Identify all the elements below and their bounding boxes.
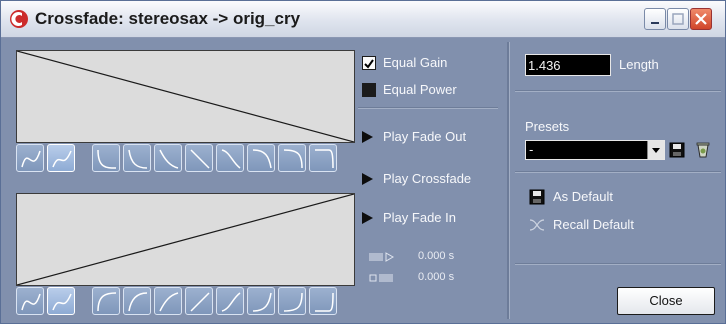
window-title: Crossfade: stereosax -> orig_cry: [35, 9, 301, 28]
fade-in-curve-display[interactable]: [16, 193, 355, 286]
recall-default-icon[interactable]: [529, 219, 545, 231]
fade-out-curve4-button[interactable]: [216, 144, 244, 172]
fade-in-damped-spline-button[interactable]: [47, 287, 75, 315]
as-default-icon[interactable]: [529, 189, 545, 205]
play-fade-out-button[interactable]: Play Fade Out: [383, 129, 466, 144]
dialog-body: Equal Gain Equal Power Play Fade Out Pla…: [6, 42, 721, 319]
curve2-icon: [128, 149, 148, 169]
play-fade-in-button[interactable]: Play Fade In: [383, 210, 456, 225]
save-preset-icon[interactable]: [669, 142, 685, 158]
equal-gain-checkbox[interactable]: [362, 56, 376, 70]
linear-curve-icon: [190, 292, 210, 312]
fade-in-curve3-button[interactable]: [154, 287, 182, 315]
separator: [515, 90, 721, 92]
length-label: Length: [619, 57, 659, 72]
presets-selected-value: -: [529, 142, 534, 157]
fade-in-curve1-button[interactable]: [92, 287, 120, 315]
close-window-button[interactable]: [690, 8, 712, 30]
linear-curve-icon: [190, 149, 210, 169]
fade-in-curve4-button[interactable]: [216, 287, 244, 315]
spline-curve-icon: [21, 293, 41, 311]
cubase-app-icon: [10, 10, 28, 28]
title-bar: Crossfade: stereosax -> orig_cry: [1, 1, 725, 38]
fade-out-curve6-button[interactable]: [278, 144, 306, 172]
curve4-icon: [221, 292, 241, 312]
post-roll-icon: [369, 274, 393, 282]
fade-in-curve5-button[interactable]: [247, 287, 275, 315]
presets-dropdown[interactable]: -: [525, 140, 665, 160]
fade-out-curve2-button[interactable]: [123, 144, 151, 172]
maximize-button[interactable]: [667, 8, 689, 30]
maximize-icon: [672, 13, 684, 25]
close-button[interactable]: Close: [617, 287, 715, 315]
play-fade-in-icon[interactable]: [362, 212, 373, 224]
length-field[interactable]: 1.436: [525, 54, 611, 76]
separator: [515, 263, 721, 265]
separator: [358, 107, 498, 109]
close-icon: [695, 13, 707, 25]
fade-out-curve7-button[interactable]: [309, 144, 337, 172]
fade-out-curve5-button[interactable]: [247, 144, 275, 172]
curve3-icon: [159, 292, 179, 312]
minimize-button[interactable]: [644, 8, 666, 30]
curve5-icon: [252, 292, 272, 312]
curve1-icon: [97, 149, 117, 169]
damped-spline-curve-icon: [52, 150, 72, 168]
spline-curve-icon: [21, 150, 41, 168]
fade-in-curve6-button[interactable]: [278, 287, 306, 315]
curve1-icon: [97, 292, 117, 312]
options-column: Equal Gain Equal Power Play Fade Out Pla…: [358, 42, 506, 319]
as-default-button[interactable]: As Default: [553, 189, 613, 204]
equal-gain-label: Equal Gain: [383, 55, 448, 70]
damped-spline-curve-icon: [52, 293, 72, 311]
curve6-icon: [283, 149, 303, 169]
curve6-icon: [283, 292, 303, 312]
presets-label: Presets: [525, 119, 570, 134]
curve7-icon: [315, 149, 334, 169]
play-crossfade-icon[interactable]: [362, 173, 373, 185]
fade-out-curve: [17, 51, 354, 142]
equal-power-label: Equal Power: [383, 82, 457, 97]
remove-preset-icon[interactable]: [695, 141, 711, 159]
minimize-icon: [651, 22, 659, 24]
vertical-divider: [507, 42, 510, 319]
dropdown-arrow-icon[interactable]: [647, 141, 664, 159]
crossfade-window: Crossfade: stereosax -> orig_cry Equal G…: [0, 0, 726, 324]
curve3-icon: [159, 149, 179, 169]
curve2-icon: [128, 292, 148, 312]
post-roll-time[interactable]: 0.000 s: [418, 271, 454, 283]
checkmark-icon: [364, 59, 374, 69]
fade-out-spline-button[interactable]: [16, 144, 44, 172]
fade-in-spline-button[interactable]: [16, 287, 44, 315]
curve5-icon: [252, 149, 272, 169]
fade-in-linear-button[interactable]: [185, 287, 213, 315]
recall-default-button[interactable]: Recall Default: [553, 217, 634, 232]
fade-out-curve-display[interactable]: [16, 50, 355, 143]
fade-in-curve2-button[interactable]: [123, 287, 151, 315]
fade-out-linear-button[interactable]: [185, 144, 213, 172]
settings-column: 1.436 Length Presets - As Default Recall…: [515, 42, 721, 319]
pre-roll-time[interactable]: 0.000 s: [418, 250, 454, 262]
fade-in-curve7-button[interactable]: [309, 287, 337, 315]
play-crossfade-button[interactable]: Play Crossfade: [383, 171, 471, 186]
pre-roll-icon: [369, 252, 395, 262]
separator: [515, 171, 721, 173]
equal-power-checkbox[interactable]: [362, 83, 376, 97]
curve-editors: [14, 46, 360, 315]
curve4-icon: [221, 149, 241, 169]
fade-in-curve: [17, 194, 354, 285]
fade-out-damped-spline-button[interactable]: [47, 144, 75, 172]
curve7-icon: [315, 292, 334, 312]
fade-out-curve3-button[interactable]: [154, 144, 182, 172]
play-fade-out-icon[interactable]: [362, 131, 373, 143]
fade-out-curve1-button[interactable]: [92, 144, 120, 172]
